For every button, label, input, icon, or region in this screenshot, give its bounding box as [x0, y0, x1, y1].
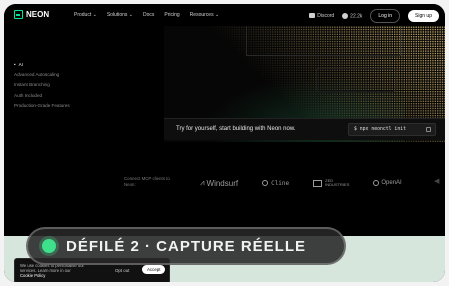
neon-logo-icon	[14, 10, 23, 19]
windsurf-label: Windsurf	[206, 178, 239, 188]
feature-item-branching[interactable]: Instant Branching	[14, 80, 70, 90]
openai-logo: OpenAI	[373, 180, 402, 186]
zed-label-2: INDUSTRIES	[325, 182, 350, 187]
command-box[interactable]: $ npx neonctl init	[348, 123, 436, 136]
discord-icon	[309, 13, 316, 19]
feature-item-auth[interactable]: Auth Included	[14, 91, 70, 101]
cline-icon	[262, 180, 269, 186]
cookie-policy-link[interactable]: Cookie Policy	[20, 273, 45, 278]
feature-list: AI Advanced Autoscaling Instant Branchin…	[14, 60, 70, 111]
openai-icon	[373, 180, 380, 186]
next-logo-fade-icon: ◀	[434, 178, 440, 185]
discord-link[interactable]: Discord	[309, 13, 334, 19]
logo-text: NEON	[26, 10, 50, 19]
cline-label: Cline	[271, 179, 290, 187]
windsurf-logo: ⩘ Windsurf	[200, 178, 238, 188]
top-nav: NEON Product ⌄ Solutions ⌄ Docs Pricing …	[4, 4, 445, 26]
command-text: $ npx neonctl init	[354, 127, 406, 132]
status-dot-icon	[42, 239, 56, 253]
partner-logos: ⩘ Windsurf Cline ZED INDUSTRIES OpenAI	[200, 178, 402, 188]
zed-icon	[313, 179, 323, 187]
nav-solutions[interactable]: Solutions ⌄	[107, 12, 133, 18]
mcp-caption: Connect MCP clients to Neon:	[124, 176, 170, 187]
nav-resources[interactable]: Resources ⌄	[190, 12, 219, 18]
nav-pricing[interactable]: Pricing	[164, 12, 179, 18]
nav-product[interactable]: Product ⌄	[74, 12, 97, 18]
feature-item-autoscaling[interactable]: Advanced Autoscaling	[14, 70, 70, 80]
cookie-accept-button[interactable]: Accept	[142, 265, 166, 274]
login-button[interactable]: Log in	[370, 9, 401, 23]
feature-item-ai[interactable]: AI	[14, 60, 70, 70]
nav-actions: Discord 22.2k Log in Sign up	[309, 9, 439, 23]
cookie-optout-button[interactable]: Opt out	[115, 268, 129, 273]
openai-label: OpenAI	[381, 180, 402, 186]
signup-button[interactable]: Sign up	[408, 10, 439, 22]
feature-item-production[interactable]: Production-Grade Features	[14, 101, 70, 111]
caption-text: DÉFILÉ 2 · CAPTURE RÉELLE	[66, 237, 307, 255]
logo[interactable]: NEON	[14, 10, 49, 19]
cta-text: Try for yourself, start building with Ne…	[176, 126, 296, 132]
nav-docs[interactable]: Docs	[143, 12, 154, 18]
zed-logo: ZED INDUSTRIES	[313, 178, 350, 188]
github-icon	[342, 12, 349, 19]
github-link[interactable]: 22.2k	[342, 12, 363, 20]
copy-icon[interactable]	[426, 127, 431, 132]
nav-links: Product ⌄ Solutions ⌄ Docs Pricing Resou…	[74, 12, 219, 18]
cookie-text: We use cookies to personalise our servic…	[20, 263, 100, 278]
cta-bar: Try for yourself, start building with Ne…	[164, 118, 445, 140]
graphic-ghost-box	[316, 68, 396, 92]
cline-logo: Cline	[262, 180, 289, 187]
windsurf-icon: ⩘	[200, 178, 205, 187]
graphic-frame	[246, 26, 401, 56]
caption-pill: DÉFILÉ 2 · CAPTURE RÉELLE	[26, 227, 346, 265]
discord-label: Discord	[317, 13, 335, 19]
github-stars: 22.2k	[350, 13, 363, 20]
